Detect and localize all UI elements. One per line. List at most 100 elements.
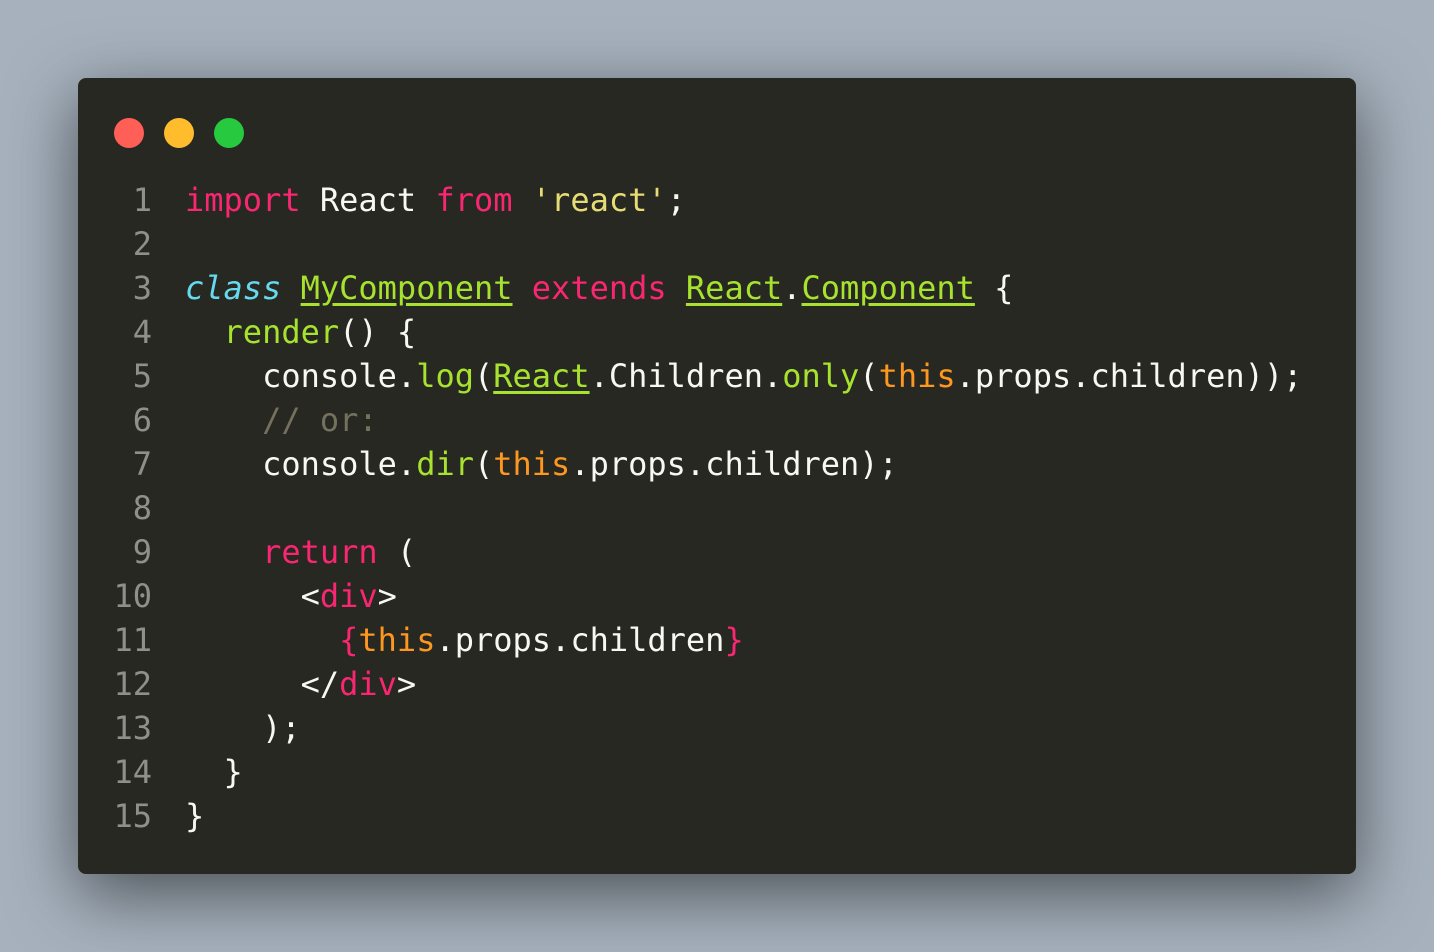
code-token: ); [185, 709, 301, 747]
line-source [152, 222, 185, 266]
code-window: 1 import React from 'react'; 2 3 class MyCom… [78, 78, 1356, 874]
line-source [152, 486, 185, 530]
code-token: div [339, 665, 397, 703]
code-token: import [185, 181, 301, 219]
code-token: React [493, 357, 590, 395]
line-number: 7 [132, 445, 152, 483]
line-source: class MyComponent extends React.Componen… [152, 266, 1013, 310]
code-token: > [396, 665, 417, 703]
window-controls [114, 118, 244, 148]
code-line: 8 [78, 486, 1356, 530]
line-number: 14 [113, 753, 152, 791]
line-number: 2 [132, 225, 152, 263]
code-token: ; [666, 181, 686, 219]
code-line: 15} [78, 794, 1356, 838]
line-number: 8 [132, 489, 152, 527]
line-source: return ( [152, 530, 416, 574]
line-number: 4 [132, 313, 152, 351]
code-token: MyComponent [300, 269, 513, 307]
code-line: 4 render() { [78, 310, 1356, 354]
line-source: import React from 'react'; [152, 178, 686, 222]
line-number: 5 [132, 357, 152, 395]
code-token: only [782, 357, 860, 395]
code-token: . [782, 269, 802, 307]
code-token: < [185, 577, 320, 615]
line-source: {this.props.children} [152, 618, 744, 662]
code-token: this [493, 445, 571, 483]
code-line: 2 [78, 222, 1356, 266]
code-token: React [685, 269, 783, 307]
code-token: () { [339, 313, 417, 351]
code-line: 5 console.log(React.Children.only(this.p… [78, 354, 1356, 398]
code-token: .props.children); [570, 445, 898, 483]
code-token: React [300, 181, 436, 219]
line-source: render() { [152, 310, 417, 354]
code-token: } [185, 753, 243, 791]
line-source: } [152, 750, 243, 794]
line-number: 15 [113, 797, 152, 835]
code-token: dir [416, 445, 474, 483]
code-token: this [358, 621, 436, 659]
code-line: 12 </div> [78, 662, 1356, 706]
line-source: } [152, 794, 204, 838]
code-token: } [724, 621, 744, 659]
code-token: extends [531, 269, 667, 307]
code-token: return [262, 533, 378, 571]
minimize-button[interactable] [164, 118, 194, 148]
line-number: 1 [132, 181, 152, 219]
code-token: ( [377, 533, 417, 571]
code-block: 1 import React from 'react'; 2 3 class MyCom… [78, 178, 1356, 838]
line-source: ); [152, 706, 301, 750]
code-token: { [339, 621, 359, 659]
line-number: 11 [113, 621, 152, 659]
line-source: // or: [152, 398, 378, 442]
code-line: 6 // or: [78, 398, 1356, 442]
code-token: console. [185, 445, 417, 483]
code-line: 9 return ( [78, 530, 1356, 574]
line-number: 12 [113, 665, 152, 703]
code-token: ( [859, 357, 879, 395]
code-token: // or: [262, 401, 378, 439]
line-source: </div> [152, 662, 417, 706]
code-token: .Children. [589, 357, 783, 395]
code-token: } [185, 797, 205, 835]
code-token: Component [801, 269, 975, 307]
line-source: console.log(React.Children.only(this.pro… [152, 354, 1302, 398]
code-token: div [319, 577, 378, 615]
line-source: <div> [152, 574, 397, 618]
code-line: 7 console.dir(this.props.children); [78, 442, 1356, 486]
code-token: console. [185, 357, 417, 395]
code-token: 'react' [531, 181, 667, 219]
code-token: from [435, 181, 513, 219]
line-number: 3 [132, 269, 152, 307]
code-token: class [185, 269, 282, 307]
code-token: </ [185, 665, 340, 703]
code-line: 10 <div> [78, 574, 1356, 618]
code-token: .props.children [435, 621, 725, 659]
code-token: ( [473, 445, 494, 483]
code-line: 1 import React from 'react'; [78, 178, 1356, 222]
code-line: 11 {this.props.children} [78, 618, 1356, 662]
line-number: 9 [132, 533, 152, 571]
code-token: log [416, 357, 474, 395]
line-number: 13 [113, 709, 152, 747]
code-token: .props.children)); [955, 357, 1303, 395]
maximize-button[interactable] [214, 118, 244, 148]
code-token: { [974, 269, 1014, 307]
code-token: render [223, 313, 340, 351]
code-line: 3 class MyComponent extends React.Compone… [78, 266, 1356, 310]
code-line: 13 ); [78, 706, 1356, 750]
code-token: ( [473, 357, 494, 395]
line-number: 6 [132, 401, 152, 439]
line-source: console.dir(this.props.children); [152, 442, 898, 486]
code-token: this [878, 357, 956, 395]
close-button[interactable] [114, 118, 144, 148]
code-line: 14 } [78, 750, 1356, 794]
